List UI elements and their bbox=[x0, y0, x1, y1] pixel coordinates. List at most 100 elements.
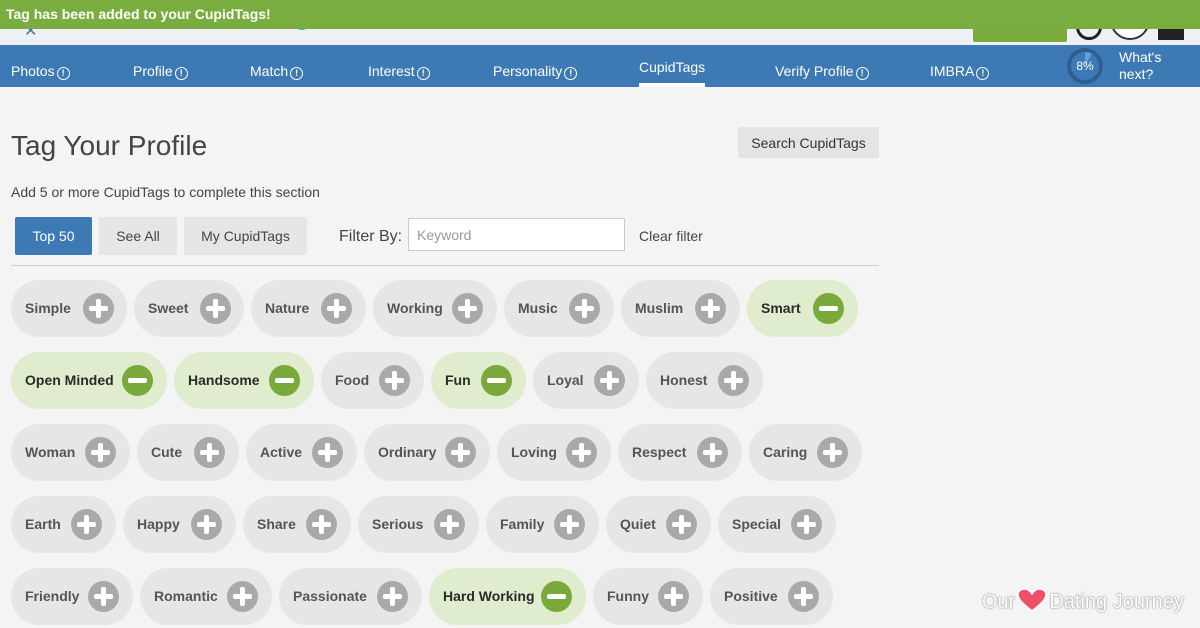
tag-label: Caring bbox=[763, 444, 808, 460]
profile-nav: Photos! Profile! Match! Interest! Person… bbox=[0, 45, 1200, 87]
divider bbox=[11, 265, 879, 266]
tab-cupidtags[interactable]: CupidTags bbox=[639, 45, 706, 87]
watermark-right: Dating Journey bbox=[1049, 591, 1184, 613]
plus-icon[interactable] bbox=[71, 509, 102, 540]
plus-icon[interactable] bbox=[791, 509, 822, 540]
plus-icon[interactable] bbox=[379, 365, 410, 396]
tag-label: Positive bbox=[724, 588, 778, 604]
plus-icon[interactable] bbox=[445, 437, 476, 468]
whats-next-link[interactable]: What's next? bbox=[1119, 49, 1179, 83]
plus-icon[interactable] bbox=[88, 581, 119, 612]
plus-icon[interactable] bbox=[191, 509, 222, 540]
tag-item-selected: Smart bbox=[747, 280, 858, 337]
tag-item: Friendly bbox=[11, 568, 133, 625]
minus-icon[interactable] bbox=[813, 293, 844, 324]
plus-icon[interactable] bbox=[666, 509, 697, 540]
tag-item: Caring bbox=[749, 424, 862, 481]
plus-icon[interactable] bbox=[312, 437, 343, 468]
plus-icon[interactable] bbox=[569, 293, 600, 324]
tag-item: Sweet bbox=[134, 280, 244, 337]
tag-item: Muslim bbox=[621, 280, 740, 337]
toast-notification: Tag has been added to your CupidTags! bbox=[0, 0, 1200, 29]
tag-item: Woman bbox=[11, 424, 130, 481]
plus-icon[interactable] bbox=[83, 293, 114, 324]
tag-label: Honest bbox=[660, 372, 708, 388]
tag-item: Serious bbox=[358, 496, 479, 553]
tag-label: Active bbox=[260, 444, 303, 460]
tag-item: Funny bbox=[593, 568, 703, 625]
see-all-button[interactable]: See All bbox=[99, 217, 177, 255]
info-icon: ! bbox=[416, 67, 430, 80]
my-cupidtags-button[interactable]: My CupidTags bbox=[184, 217, 307, 255]
plus-icon[interactable] bbox=[697, 437, 728, 468]
tag-item: Romantic bbox=[140, 568, 272, 625]
plus-icon[interactable] bbox=[788, 581, 819, 612]
tab-imbra[interactable]: IMBRA! bbox=[930, 45, 990, 87]
plus-icon[interactable] bbox=[377, 581, 408, 612]
clear-filter-link[interactable]: Clear filter bbox=[639, 228, 703, 244]
tag-label: Hard Working bbox=[443, 588, 535, 604]
plus-icon[interactable] bbox=[594, 365, 625, 396]
plus-icon[interactable] bbox=[434, 509, 465, 540]
plus-icon[interactable] bbox=[194, 437, 225, 468]
tag-label: Woman bbox=[25, 444, 76, 460]
tag-label: Share bbox=[257, 516, 296, 532]
progress-indicator: 8% bbox=[1064, 48, 1106, 84]
tag-item: Food bbox=[321, 352, 424, 409]
info-icon: ! bbox=[174, 67, 188, 80]
plus-icon[interactable] bbox=[695, 293, 726, 324]
tab-personality[interactable]: Personality! bbox=[493, 45, 578, 87]
top-50-button[interactable]: Top 50 bbox=[15, 217, 92, 255]
page-title: Tag Your Profile bbox=[11, 130, 208, 161]
tab-profile[interactable]: Profile! bbox=[133, 45, 188, 87]
tag-label: Working bbox=[387, 300, 443, 316]
tag-item-selected: Hard Working bbox=[429, 568, 586, 625]
plus-icon[interactable] bbox=[452, 293, 483, 324]
tag-label: Earth bbox=[25, 516, 61, 532]
plus-icon[interactable] bbox=[227, 581, 258, 612]
watermark-left: Our bbox=[982, 591, 1016, 613]
tag-item-selected: Fun bbox=[431, 352, 526, 409]
tab-verify-profile[interactable]: Verify Profile! bbox=[775, 45, 869, 87]
plus-icon[interactable] bbox=[718, 365, 749, 396]
plus-icon[interactable] bbox=[566, 437, 597, 468]
tag-label: Family bbox=[500, 516, 545, 532]
tag-item: Positive bbox=[710, 568, 833, 625]
plus-icon[interactable] bbox=[658, 581, 689, 612]
tag-label: Loving bbox=[511, 444, 557, 460]
minus-icon[interactable] bbox=[122, 365, 153, 396]
tag-item: Earth bbox=[11, 496, 116, 553]
minus-icon[interactable] bbox=[481, 365, 512, 396]
tag-label: Open Minded bbox=[25, 372, 114, 388]
plus-icon[interactable] bbox=[200, 293, 231, 324]
keyword-input[interactable] bbox=[408, 218, 625, 251]
tag-item: Loyal bbox=[533, 352, 639, 409]
tab-match[interactable]: Match! bbox=[250, 45, 304, 87]
tag-item: Quiet bbox=[606, 496, 711, 553]
info-icon: ! bbox=[56, 67, 70, 80]
tag-item: Respect bbox=[618, 424, 742, 481]
tag-label: Smart bbox=[761, 300, 801, 316]
tag-label: Fun bbox=[445, 372, 471, 388]
plus-icon[interactable] bbox=[817, 437, 848, 468]
plus-icon[interactable] bbox=[554, 509, 585, 540]
tag-item: Simple bbox=[11, 280, 127, 337]
plus-icon[interactable] bbox=[321, 293, 352, 324]
minus-icon[interactable] bbox=[541, 581, 572, 612]
watermark: Our Dating Journey bbox=[982, 588, 1184, 614]
plus-icon[interactable] bbox=[85, 437, 116, 468]
tag-item-selected: Handsome bbox=[174, 352, 314, 409]
tag-label: Handsome bbox=[188, 372, 260, 388]
tab-interest[interactable]: Interest! bbox=[368, 45, 430, 87]
tag-label: Passionate bbox=[293, 588, 367, 604]
tag-label: Simple bbox=[25, 300, 71, 316]
search-cupidtags-button[interactable]: Search CupidTags bbox=[738, 127, 879, 158]
plus-icon[interactable] bbox=[306, 509, 337, 540]
info-icon: ! bbox=[290, 67, 304, 80]
tag-label: Muslim bbox=[635, 300, 684, 316]
progress-ring: 8% bbox=[1067, 48, 1103, 84]
minus-icon[interactable] bbox=[269, 365, 300, 396]
tag-label: Loyal bbox=[547, 372, 584, 388]
progress-value: 8% bbox=[1076, 59, 1094, 73]
tab-photos[interactable]: Photos! bbox=[11, 45, 70, 87]
